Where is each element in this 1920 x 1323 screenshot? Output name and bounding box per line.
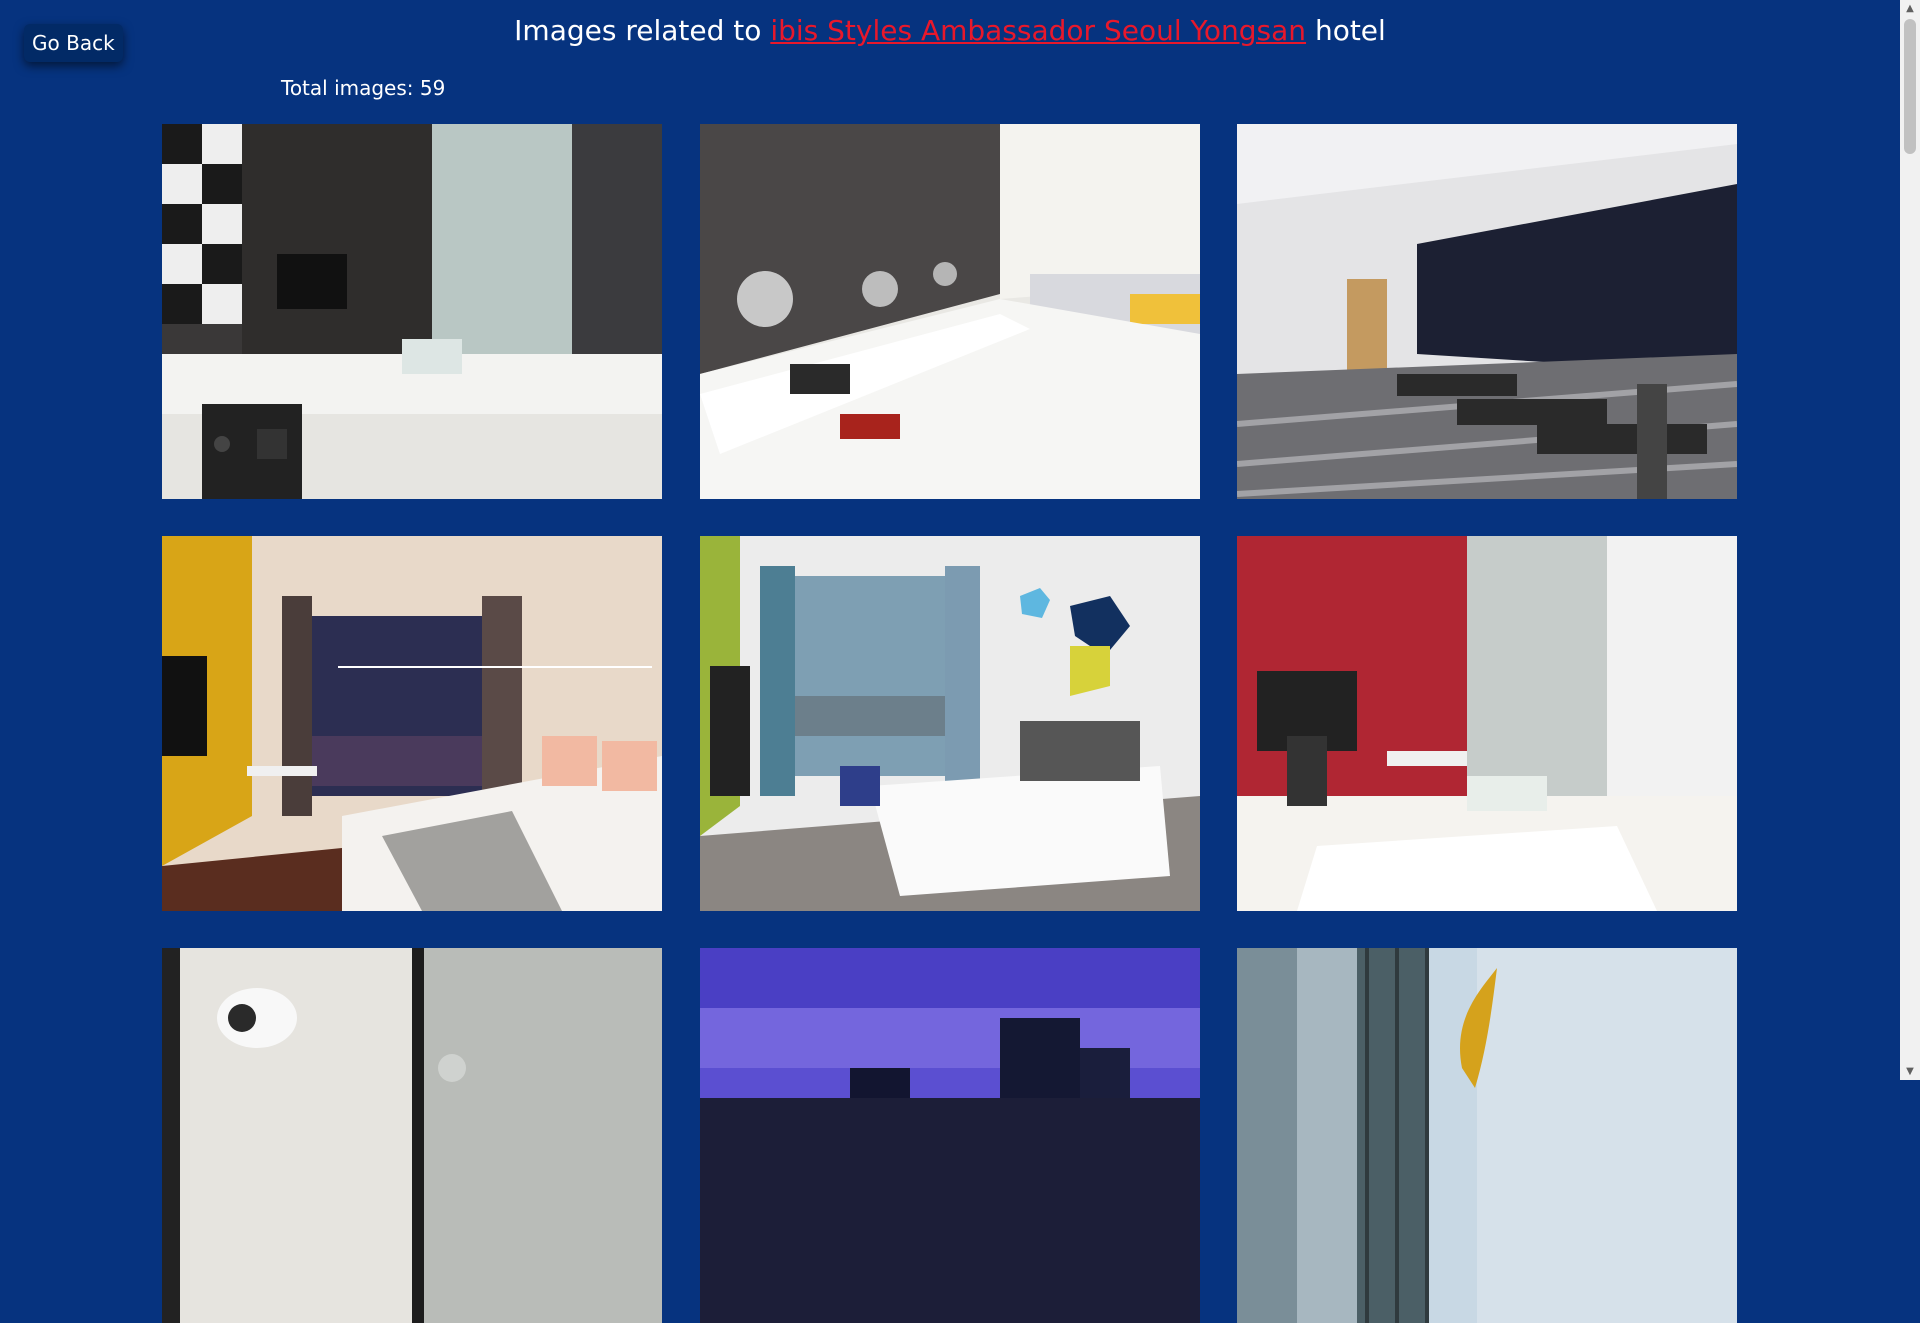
guest-room-yellow-photo [162,536,662,911]
gallery-image-bathroom-red[interactable] [1237,536,1737,911]
total-images-count: Total images: 59 [281,76,446,100]
title-prefix: Images related to [514,14,762,47]
bathroom-vanity-photo [162,124,662,499]
hair-dryer-photo [162,948,662,1323]
buffet-restaurant-photo [700,124,1200,499]
scrollbar-thumb[interactable] [1904,19,1916,154]
title-suffix: hotel [1314,14,1386,47]
fitness-center-photo [1237,124,1737,499]
gallery-image-bathroom-vanity[interactable] [162,124,662,499]
scroll-down-arrow-icon[interactable]: ▼ [1900,1063,1920,1080]
gallery-image-guest-room-yellow[interactable] [162,536,662,911]
gallery-image-exterior-sculpture[interactable] [1237,948,1737,1323]
gallery-image-buffet-restaurant[interactable] [700,124,1200,499]
hotel-name-link[interactable]: ibis Styles Ambassador Seoul Yongsan [770,14,1306,47]
gallery-image-exterior-dusk[interactable] [700,948,1200,1323]
bathroom-red-photo [1237,536,1737,911]
page: Go Back Images related to ibis Styles Am… [0,0,1900,1323]
guest-room-puzzle-photo [700,536,1200,911]
gallery-image-fitness-center[interactable] [1237,124,1737,499]
gallery-image-hair-dryer[interactable] [162,948,662,1323]
vertical-scrollbar[interactable]: ▲ ▼ [1900,0,1920,1080]
exterior-dusk-photo [700,948,1200,1323]
page-title: Images related to ibis Styles Ambassador… [0,14,1900,47]
exterior-sculpture-photo [1237,948,1737,1323]
scroll-up-arrow-icon[interactable]: ▲ [1900,0,1920,17]
gallery-image-guest-room-puzzle[interactable] [700,536,1200,911]
